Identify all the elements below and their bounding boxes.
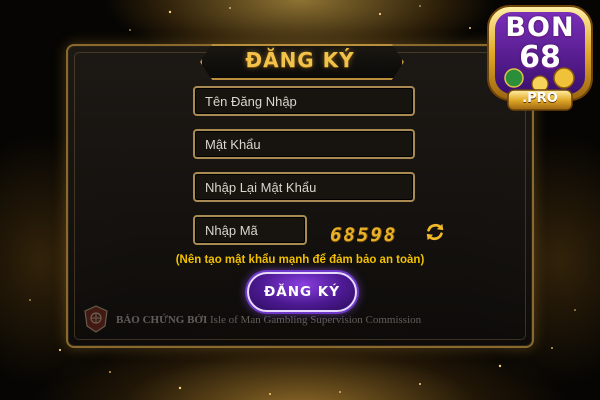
username-input[interactable] [195, 88, 413, 114]
brand-number: 68 [519, 40, 561, 75]
code-input[interactable] [195, 217, 305, 243]
captcha-image: 68598 [330, 224, 398, 246]
dialog-title: ĐĂNG KÝ [245, 48, 355, 72]
password-field[interactable] [193, 129, 415, 159]
brand-name: BON [505, 12, 575, 43]
code-field[interactable] [193, 215, 307, 245]
password-input[interactable] [195, 131, 413, 157]
seal-icon [84, 305, 108, 333]
commission-name: Isle of Man Gambling Supervision Commiss… [210, 314, 422, 326]
license-footer: BẢO CHỨNG BỞI Isle of Man Gambling Super… [78, 304, 478, 334]
refresh-icon[interactable] [424, 221, 446, 243]
guarantee-label: BẢO CHỨNG BỞI [116, 314, 208, 326]
username-field[interactable] [193, 86, 415, 116]
brand-tld: .PRO [522, 91, 558, 106]
password-hint: (Nên tạo mật khẩu mạnh để đảm bảo an toà… [175, 254, 425, 266]
confirm-password-field[interactable] [193, 172, 415, 202]
license-text: BẢO CHỨNG BỞI Isle of Man Gambling Super… [116, 314, 421, 326]
confirm-password-input[interactable] [195, 174, 413, 200]
